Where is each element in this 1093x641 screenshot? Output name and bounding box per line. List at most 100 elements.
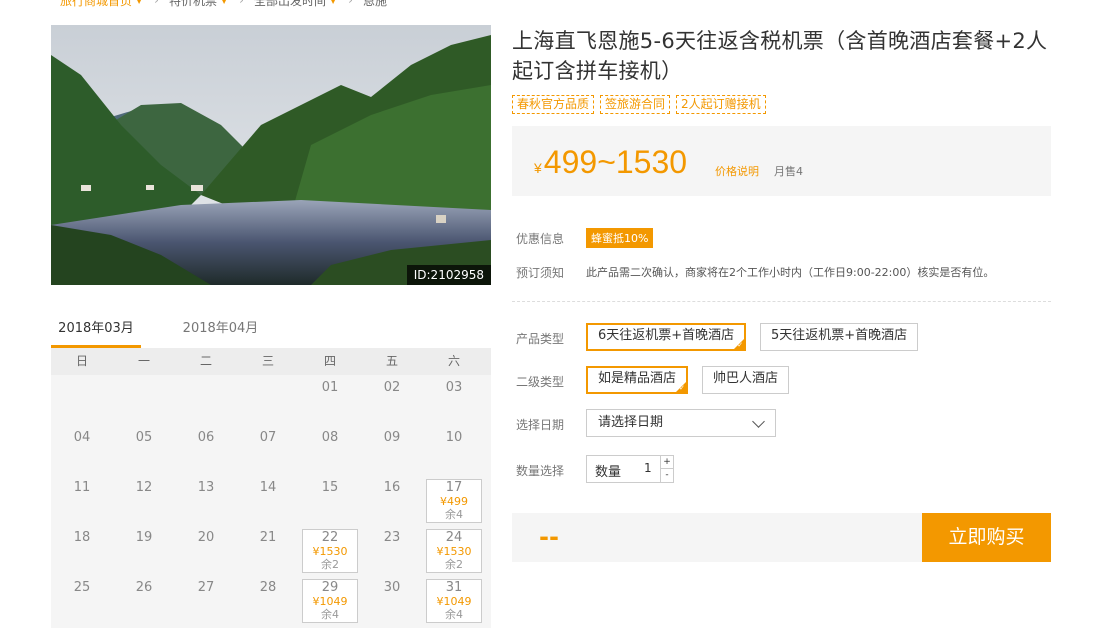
check-icon: ✓ xyxy=(679,384,686,392)
day-price: ¥1049 xyxy=(312,595,348,608)
calendar-day: 01 xyxy=(299,375,361,425)
check-icon: ✓ xyxy=(737,341,744,349)
option-label: 如是精品酒店 xyxy=(598,371,677,386)
calendar: 日 一 二 三 四 五 六 01 02 03 04 05 06 07 08 09 10 11 12 13… xyxy=(51,348,491,628)
day-number: 02 xyxy=(383,380,401,395)
calendar-day: 21 xyxy=(237,525,299,575)
quantity-value[interactable]: 1 xyxy=(644,461,652,475)
tab-month-next[interactable]: 2018年04月 xyxy=(173,314,268,348)
calendar-day: 14 xyxy=(237,475,299,525)
decrement-button[interactable]: - xyxy=(660,469,673,482)
landscape-image xyxy=(51,25,491,285)
day-number: 08 xyxy=(321,430,339,445)
calendar-days: 01 02 03 04 05 06 07 08 09 10 11 12 13 14 15 16 17 ¥499 余4… xyxy=(51,375,491,625)
currency-symbol: ¥ xyxy=(534,160,542,176)
day-number: 05 xyxy=(135,430,153,445)
day-number: 26 xyxy=(135,580,153,595)
breadcrumb-item-home[interactable]: 旅行商城首页 xyxy=(60,0,132,9)
chevron-down-icon xyxy=(752,415,765,428)
day-number: 07 xyxy=(259,430,277,445)
calendar-day: 13 xyxy=(175,475,237,525)
breadcrumb-item-flights[interactable]: 特价机票 xyxy=(169,0,217,9)
day-number: 06 xyxy=(197,430,215,445)
price-box: ¥499~1530 价格说明 月售4 xyxy=(512,126,1051,196)
calendar-month-tabs: 2018年03月 2018年04月 xyxy=(51,314,491,348)
price-range: ¥499~1530 xyxy=(534,144,687,186)
calendar-day xyxy=(175,375,237,425)
price-note-link[interactable]: 价格说明 xyxy=(715,163,759,179)
increment-button[interactable]: + xyxy=(660,456,673,469)
breadcrumb-item-departure[interactable]: 全部出发时间 xyxy=(254,0,326,9)
day-number: 23 xyxy=(383,530,401,545)
calendar-day: 09 xyxy=(361,425,423,475)
checkout-bar: -- xyxy=(512,513,922,562)
day-number: 31 xyxy=(445,580,463,595)
day-number: 28 xyxy=(259,580,277,595)
buy-now-button[interactable]: 立即购买 xyxy=(922,513,1051,562)
chevron-down-icon[interactable]: ▼ xyxy=(221,0,227,5)
breadcrumb-separator: › xyxy=(348,0,353,7)
product-tags: 春秋官方品质 签旅游合同 2人起订赠接机 xyxy=(512,95,766,114)
calendar-day: 15 xyxy=(299,475,361,525)
calendar-day: 04 xyxy=(51,425,113,475)
day-price: ¥499 xyxy=(440,495,468,508)
monthly-sales: 月售4 xyxy=(774,165,803,178)
divider xyxy=(512,301,1051,302)
calendar-day: 06 xyxy=(175,425,237,475)
day-remaining: 余4 xyxy=(445,508,463,521)
calendar-day: 10 xyxy=(423,425,485,475)
calendar-day: 18 xyxy=(51,525,113,575)
day-remaining: 余2 xyxy=(445,558,463,571)
option-label: 5天往返机票+首晚酒店 xyxy=(771,328,908,343)
total-price: -- xyxy=(539,523,559,551)
notice-text: 此产品需二次确认，商家将在2个工作小时内（工作日9:00-22:00）核实是否有… xyxy=(586,266,995,279)
day-number: 11 xyxy=(73,480,91,495)
product-photo[interactable]: ID:2102958 xyxy=(51,25,491,285)
breadcrumb-separator: › xyxy=(239,0,244,7)
calendar-day: 20 xyxy=(175,525,237,575)
quantity-inner-label: 数量 xyxy=(595,465,622,480)
product-type-option-5day[interactable]: 5天往返机票+首晚酒店 xyxy=(760,323,919,351)
tag-badge: 春秋官方品质 xyxy=(512,95,595,114)
day-remaining: 余4 xyxy=(445,608,463,621)
day-number: 24 xyxy=(445,530,463,545)
calendar-day-available[interactable]: 24 ¥1530 余2 xyxy=(426,529,482,573)
chevron-down-icon[interactable]: ▼ xyxy=(330,0,336,5)
sub-type-option-shuaibaren[interactable]: 帅巴人酒店 xyxy=(702,366,790,394)
calendar-day-available[interactable]: 31 ¥1049 余4 xyxy=(426,579,482,623)
photo-id-label: ID:2102958 xyxy=(406,265,491,285)
calendar-day: 19 xyxy=(113,525,175,575)
weekday-label: 四 xyxy=(323,354,336,368)
calendar-weekday-header: 日 一 二 三 四 五 六 xyxy=(51,348,491,375)
day-price: ¥1530 xyxy=(312,545,348,558)
calendar-day: 26 xyxy=(113,575,175,625)
tab-month-current[interactable]: 2018年03月 xyxy=(51,314,141,348)
product-type-option-6day[interactable]: 6天往返机票+首晚酒店 ✓ xyxy=(586,323,747,351)
weekday-label: 二 xyxy=(199,354,212,368)
calendar-day-available[interactable]: 17 ¥499 余4 xyxy=(426,479,482,523)
day-number: 17 xyxy=(445,480,463,495)
weekday-label: 五 xyxy=(385,354,398,368)
calendar-day-available[interactable]: 22 ¥1530 余2 xyxy=(302,529,358,573)
day-number: 30 xyxy=(383,580,401,595)
breadcrumb-separator: › xyxy=(154,0,159,7)
chevron-down-icon[interactable]: ▼ xyxy=(136,0,142,5)
weekday-label: 六 xyxy=(447,354,460,368)
calendar-day: 30 xyxy=(361,575,423,625)
option-label: 帅巴人酒店 xyxy=(713,371,779,386)
sub-type-option-ruyi[interactable]: 如是精品酒店 ✓ xyxy=(586,366,689,394)
quantity-stepper[interactable]: 数量 1 + - xyxy=(586,455,674,483)
calendar-day: 11 xyxy=(51,475,113,525)
day-number: 14 xyxy=(259,480,277,495)
calendar-day: 25 xyxy=(51,575,113,625)
day-number: 12 xyxy=(135,480,153,495)
day-number: 19 xyxy=(135,530,153,545)
date-select-value: 请选择日期 xyxy=(598,415,664,430)
day-number: 25 xyxy=(73,580,91,595)
day-number: 09 xyxy=(383,430,401,445)
calendar-day: 03 xyxy=(423,375,485,425)
day-number: 13 xyxy=(197,480,215,495)
breadcrumb-item-destination: 恩施 xyxy=(362,0,387,8)
date-select[interactable]: 请选择日期 xyxy=(586,409,776,437)
calendar-day-available[interactable]: 29 ¥1049 余4 xyxy=(302,579,358,623)
